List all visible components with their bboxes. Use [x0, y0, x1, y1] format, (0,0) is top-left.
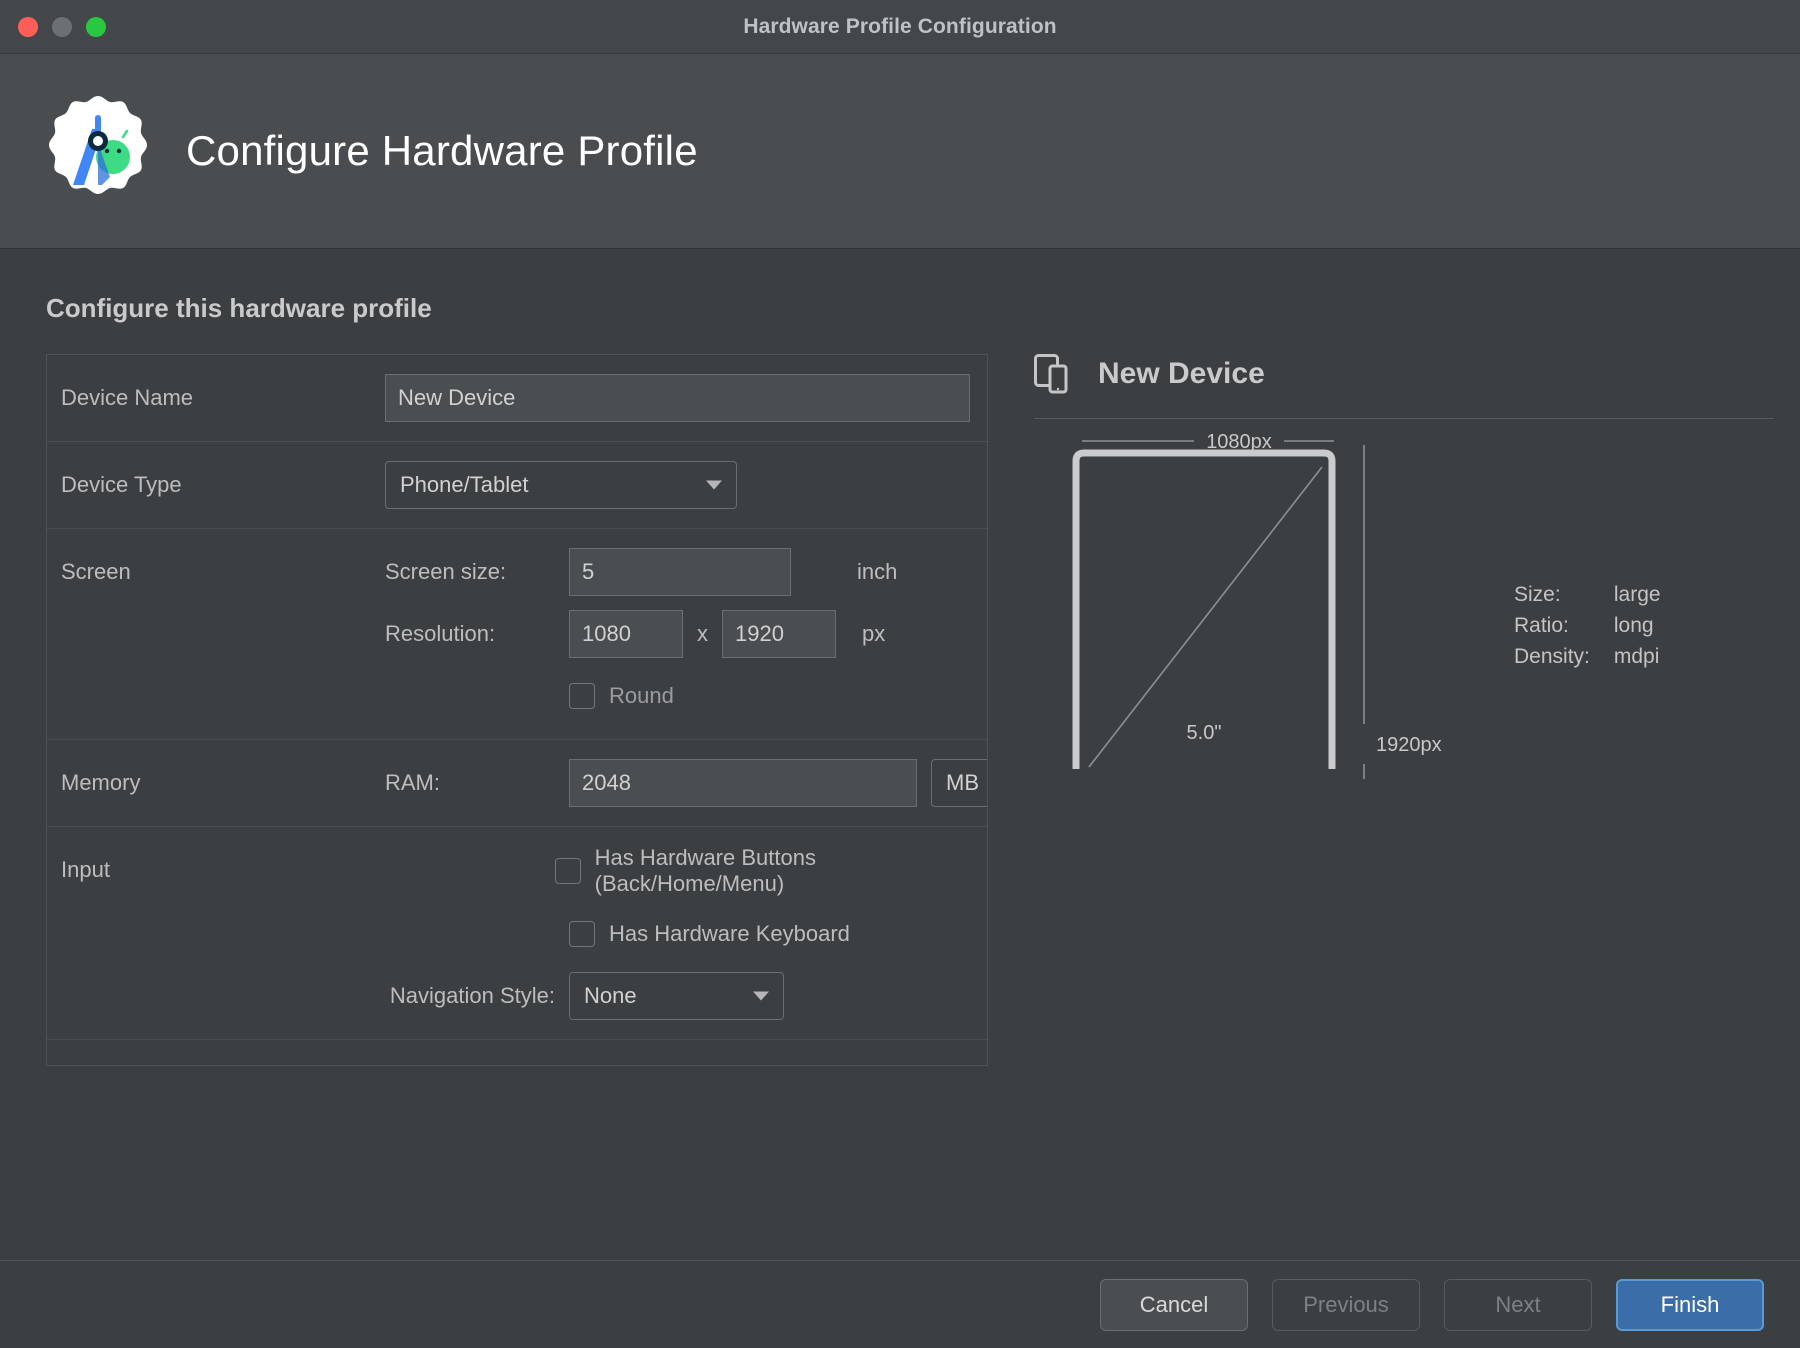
row-input: Input Has Hardware Buttons (Back/Home/Me… — [47, 827, 987, 1040]
device-name-input[interactable] — [385, 374, 970, 422]
screen-size-unit: inch — [857, 559, 897, 585]
window-title: Hardware Profile Configuration — [0, 15, 1800, 39]
resolution-label: Resolution: — [385, 621, 555, 647]
hardware-buttons-checkbox[interactable] — [555, 858, 581, 884]
navigation-style-value: None — [584, 983, 637, 1009]
round-checkbox[interactable] — [569, 683, 595, 709]
device-preview-panel: New Device 1080px 5.0" — [1012, 354, 1774, 1066]
cancel-button[interactable]: Cancel — [1100, 1279, 1248, 1331]
next-button: Next — [1444, 1279, 1592, 1331]
dialog-body: Configure this hardware profile Device N… — [0, 249, 1800, 1348]
spec-key: Ratio: — [1514, 610, 1614, 641]
round-checkbox-row[interactable]: Round — [569, 683, 674, 709]
hardware-keyboard-checkbox[interactable] — [569, 921, 595, 947]
wizard-header-title: Configure Hardware Profile — [186, 127, 698, 175]
navigation-style-label: Navigation Style: — [385, 983, 555, 1009]
ram-unit-value: MB — [946, 770, 979, 796]
window-controls — [18, 17, 106, 37]
device-name-label: Device Name — [61, 355, 385, 413]
row-memory: Memory RAM: MB — [47, 740, 987, 827]
navigation-style-dropdown[interactable]: None — [569, 972, 784, 1020]
resolution-width-input[interactable] — [569, 610, 683, 658]
spec-row: Ratio: long — [1514, 610, 1661, 641]
diagram-height-label: 1920px — [1376, 734, 1442, 756]
zoom-window-button[interactable] — [86, 17, 106, 37]
finish-button[interactable]: Finish — [1616, 1279, 1764, 1331]
spec-row: Density: mdpi — [1514, 641, 1661, 672]
chevron-down-icon — [753, 992, 769, 1001]
wizard-header: Configure Hardware Profile — [0, 54, 1800, 249]
hardware-buttons-checkbox-row[interactable]: Has Hardware Buttons (Back/Home/Menu) — [555, 845, 973, 897]
resolution-separator: x — [697, 621, 708, 647]
spec-key: Size: — [1514, 579, 1614, 610]
screen-label: Screen — [61, 529, 385, 587]
hardware-profile-form: Device Name Device Type Phone/Tablet — [46, 354, 988, 1066]
spec-value: long — [1614, 610, 1661, 641]
dialog-footer: Cancel Previous Next Finish — [0, 1260, 1800, 1348]
row-device-type: Device Type Phone/Tablet — [47, 442, 987, 529]
diagram-diagonal-label: 5.0" — [1187, 722, 1222, 744]
android-studio-logo-icon — [40, 93, 156, 209]
spec-value: mdpi — [1614, 641, 1661, 672]
close-window-button[interactable] — [18, 17, 38, 37]
round-label: Round — [609, 683, 674, 709]
preview-header: New Device — [1034, 354, 1774, 419]
ram-input[interactable] — [569, 759, 917, 807]
resolution-unit: px — [862, 621, 885, 647]
screen-size-input[interactable] — [569, 548, 791, 596]
device-type-label: Device Type — [61, 442, 385, 500]
row-device-name: Device Name — [47, 355, 987, 442]
input-label: Input — [61, 827, 385, 885]
device-diagram: 1080px 5.0" 1920px — [1034, 419, 1774, 839]
hardware-keyboard-checkbox-row[interactable]: Has Hardware Keyboard — [569, 921, 850, 947]
spec-key: Density: — [1514, 641, 1614, 672]
ram-label: RAM: — [385, 770, 555, 796]
preview-device-name: New Device — [1098, 357, 1265, 391]
row-screen: Screen Screen size: inch Resolution: x — [47, 529, 987, 740]
chevron-down-icon — [706, 481, 722, 490]
memory-label: Memory — [61, 740, 385, 798]
screen-size-label: Screen size: — [385, 559, 555, 585]
device-type-dropdown[interactable]: Phone/Tablet — [385, 461, 737, 509]
previous-button: Previous — [1272, 1279, 1420, 1331]
ram-unit-dropdown[interactable]: MB — [931, 759, 988, 807]
spec-value: large — [1614, 579, 1661, 610]
phone-tablet-icon — [1034, 354, 1076, 394]
hardware-keyboard-label: Has Hardware Keyboard — [609, 921, 850, 947]
supported-device-states-label: Supported device states — [61, 1040, 385, 1066]
page-title: Configure this hardware profile — [46, 293, 1800, 324]
row-supported-device-states: Supported device states Portrait — [47, 1040, 987, 1066]
device-specs: Size: large Ratio: long Density: mdpi — [1514, 579, 1661, 672]
content-area: Device Name Device Type Phone/Tablet — [0, 354, 1800, 1066]
hardware-buttons-label: Has Hardware Buttons (Back/Home/Menu) — [595, 845, 973, 897]
device-type-value: Phone/Tablet — [400, 472, 528, 498]
resolution-height-input[interactable] — [722, 610, 836, 658]
spec-row: Size: large — [1514, 579, 1661, 610]
minimize-window-button[interactable] — [52, 17, 72, 37]
title-bar: Hardware Profile Configuration — [0, 0, 1800, 54]
hardware-profile-dialog: Hardware Profile Configuration Configure… — [0, 0, 1800, 1348]
